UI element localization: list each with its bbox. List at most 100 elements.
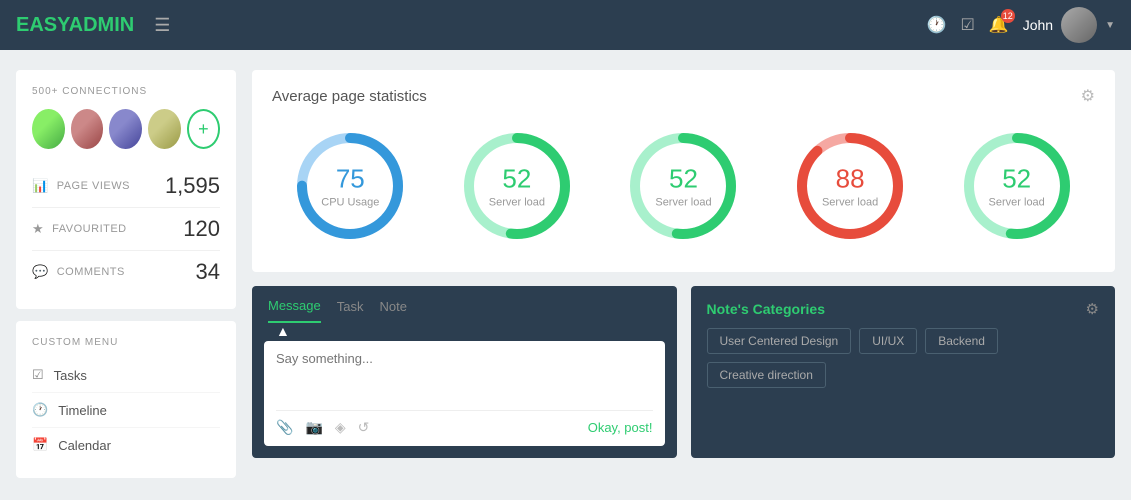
logo: EASYADMIN bbox=[16, 14, 134, 37]
avatar-list: + bbox=[32, 109, 220, 149]
gauge-4: 52 Server load bbox=[957, 126, 1077, 246]
tab-pointer: ▲ bbox=[252, 323, 677, 341]
notes-gear-icon[interactable]: ⚙ bbox=[1086, 300, 1099, 318]
gauge-container-3: 88 Server load bbox=[790, 126, 910, 246]
connections-card: 500+ CONNECTIONS + 📊 PAGE VIEWS 1,595 ★ … bbox=[16, 70, 236, 309]
notes-tags: User Centered Design UI/UX Backend Creative… bbox=[691, 328, 1116, 402]
tasks-label: Tasks bbox=[54, 368, 87, 383]
page-views-text: PAGE VIEWS bbox=[57, 180, 130, 192]
gauge-sublabel-3: Server load bbox=[822, 197, 878, 209]
gauge-3: 88 Server load bbox=[790, 126, 910, 246]
tab-task[interactable]: Task bbox=[337, 299, 364, 322]
clock-icon[interactable]: 🕐 bbox=[927, 15, 947, 35]
tasks-icon: ☑ bbox=[32, 367, 44, 383]
menu-item-timeline[interactable]: 🕐 Timeline bbox=[32, 393, 220, 428]
calendar-label: Calendar bbox=[58, 438, 111, 453]
notification-badge: 12 bbox=[1001, 9, 1015, 23]
gauge-container-0: 75 CPU Usage bbox=[290, 126, 410, 246]
message-tabs: Message Task Note bbox=[252, 286, 677, 323]
custom-menu-card: CUSTOM MENU ☑ Tasks 🕐 Timeline 📅 Calenda… bbox=[16, 321, 236, 478]
bottom-row: Message Task Note ▲ 📎 📷 ◈ ↺ bbox=[252, 286, 1115, 458]
grid-icon[interactable]: ◈ bbox=[335, 419, 346, 436]
post-link[interactable]: Okay, post! bbox=[588, 420, 653, 435]
favourited-value: 120 bbox=[183, 216, 220, 242]
user-avatar bbox=[1061, 7, 1097, 43]
avatar-1[interactable] bbox=[32, 109, 65, 149]
logo-easy: EASY bbox=[16, 14, 69, 36]
comments-text: COMMENTS bbox=[57, 266, 125, 278]
avatar-image bbox=[1061, 7, 1097, 43]
stats-gear-icon[interactable]: ⚙ bbox=[1081, 86, 1095, 106]
tag-1[interactable]: UI/UX bbox=[859, 328, 917, 354]
calendar-icon: 📅 bbox=[32, 437, 48, 453]
comments-value: 34 bbox=[196, 259, 220, 285]
stats-card-header: Average page statistics ⚙ bbox=[272, 86, 1095, 106]
gauge-2: 52 Server load bbox=[623, 126, 743, 246]
message-icons: 📎 📷 ◈ ↺ bbox=[276, 419, 369, 436]
gauge-container-2: 52 Server load bbox=[623, 126, 743, 246]
gauge-label-1: 52 Server load bbox=[489, 164, 545, 209]
gauge-label-4: 52 Server load bbox=[989, 164, 1045, 209]
gauge-value-1: 52 bbox=[489, 164, 545, 195]
message-input[interactable] bbox=[276, 351, 653, 401]
attachment-icon[interactable]: 📎 bbox=[276, 419, 293, 436]
menu-item-calendar[interactable]: 📅 Calendar bbox=[32, 428, 220, 462]
page-views-label: 📊 PAGE VIEWS bbox=[32, 178, 130, 194]
favourited-row: ★ FAVOURITED 120 bbox=[32, 208, 220, 251]
comment-icon: 💬 bbox=[32, 264, 49, 280]
stats-card: Average page statistics ⚙ 75 CPU Usage bbox=[252, 70, 1115, 272]
page-views-value: 1,595 bbox=[165, 173, 220, 199]
camera-icon[interactable]: 📷 bbox=[305, 419, 322, 436]
message-toolbar: 📎 📷 ◈ ↺ Okay, post! bbox=[276, 410, 653, 436]
gauge-sublabel-0: CPU Usage bbox=[321, 197, 379, 209]
message-card: Message Task Note ▲ 📎 📷 ◈ ↺ bbox=[252, 286, 677, 458]
gauges-row: 75 CPU Usage 52 Server load bbox=[272, 116, 1095, 256]
tab-note[interactable]: Note bbox=[379, 299, 406, 322]
gauge-value-2: 52 bbox=[655, 164, 711, 195]
gauge-sublabel-1: Server load bbox=[489, 197, 545, 209]
header-left: EASYADMIN ☰ bbox=[16, 14, 170, 37]
comments-label: 💬 COMMENTS bbox=[32, 264, 125, 280]
gauge-label-3: 88 Server load bbox=[822, 164, 878, 209]
page-views-row: 📊 PAGE VIEWS 1,595 bbox=[32, 165, 220, 208]
tab-message[interactable]: Message bbox=[268, 298, 321, 323]
notes-card: Note's Categories ⚙ User Centered Design… bbox=[691, 286, 1116, 458]
hamburger-menu[interactable]: ☰ bbox=[154, 15, 170, 36]
notes-title: Note's Categories bbox=[707, 301, 825, 317]
refresh-icon[interactable]: ↺ bbox=[358, 419, 370, 436]
chevron-down-icon[interactable]: ▼ bbox=[1105, 20, 1115, 31]
menu-item-tasks[interactable]: ☑ Tasks bbox=[32, 358, 220, 393]
connections-label: 500+ CONNECTIONS bbox=[32, 86, 220, 97]
gauge-label-2: 52 Server load bbox=[655, 164, 711, 209]
timeline-label: Timeline bbox=[58, 403, 107, 418]
add-connection-button[interactable]: + bbox=[187, 109, 220, 149]
tag-3[interactable]: Creative direction bbox=[707, 362, 826, 388]
user-menu[interactable]: John ▼ bbox=[1023, 7, 1115, 43]
gauge-sublabel-4: Server load bbox=[989, 197, 1045, 209]
avatar-2[interactable] bbox=[71, 109, 104, 149]
avatar-4[interactable] bbox=[148, 109, 181, 149]
user-name: John bbox=[1023, 17, 1053, 33]
avatar-3[interactable] bbox=[109, 109, 142, 149]
stats-card-title: Average page statistics bbox=[272, 88, 427, 105]
notes-header: Note's Categories ⚙ bbox=[691, 286, 1116, 328]
notification-icon[interactable]: 🔔 12 bbox=[989, 15, 1009, 35]
gauge-value-4: 52 bbox=[989, 164, 1045, 195]
gauge-label-0: 75 CPU Usage bbox=[321, 164, 379, 209]
tag-2[interactable]: Backend bbox=[925, 328, 998, 354]
timeline-icon: 🕐 bbox=[32, 402, 48, 418]
message-body: 📎 📷 ◈ ↺ Okay, post! bbox=[264, 341, 665, 446]
sidebar: 500+ CONNECTIONS + 📊 PAGE VIEWS 1,595 ★ … bbox=[16, 70, 236, 478]
checkmark-icon[interactable]: ☑ bbox=[960, 15, 974, 35]
favourited-label: ★ FAVOURITED bbox=[32, 221, 127, 237]
comments-row: 💬 COMMENTS 34 bbox=[32, 251, 220, 293]
main-layout: 500+ CONNECTIONS + 📊 PAGE VIEWS 1,595 ★ … bbox=[0, 50, 1131, 498]
gauge-1: 52 Server load bbox=[457, 126, 577, 246]
tag-0[interactable]: User Centered Design bbox=[707, 328, 852, 354]
favourited-text: FAVOURITED bbox=[52, 223, 126, 235]
gauge-value-0: 75 bbox=[321, 164, 379, 195]
gauge-0: 75 CPU Usage bbox=[290, 126, 410, 246]
gauge-value-3: 88 bbox=[822, 164, 878, 195]
gauge-container-4: 52 Server load bbox=[957, 126, 1077, 246]
gauge-container-1: 52 Server load bbox=[457, 126, 577, 246]
